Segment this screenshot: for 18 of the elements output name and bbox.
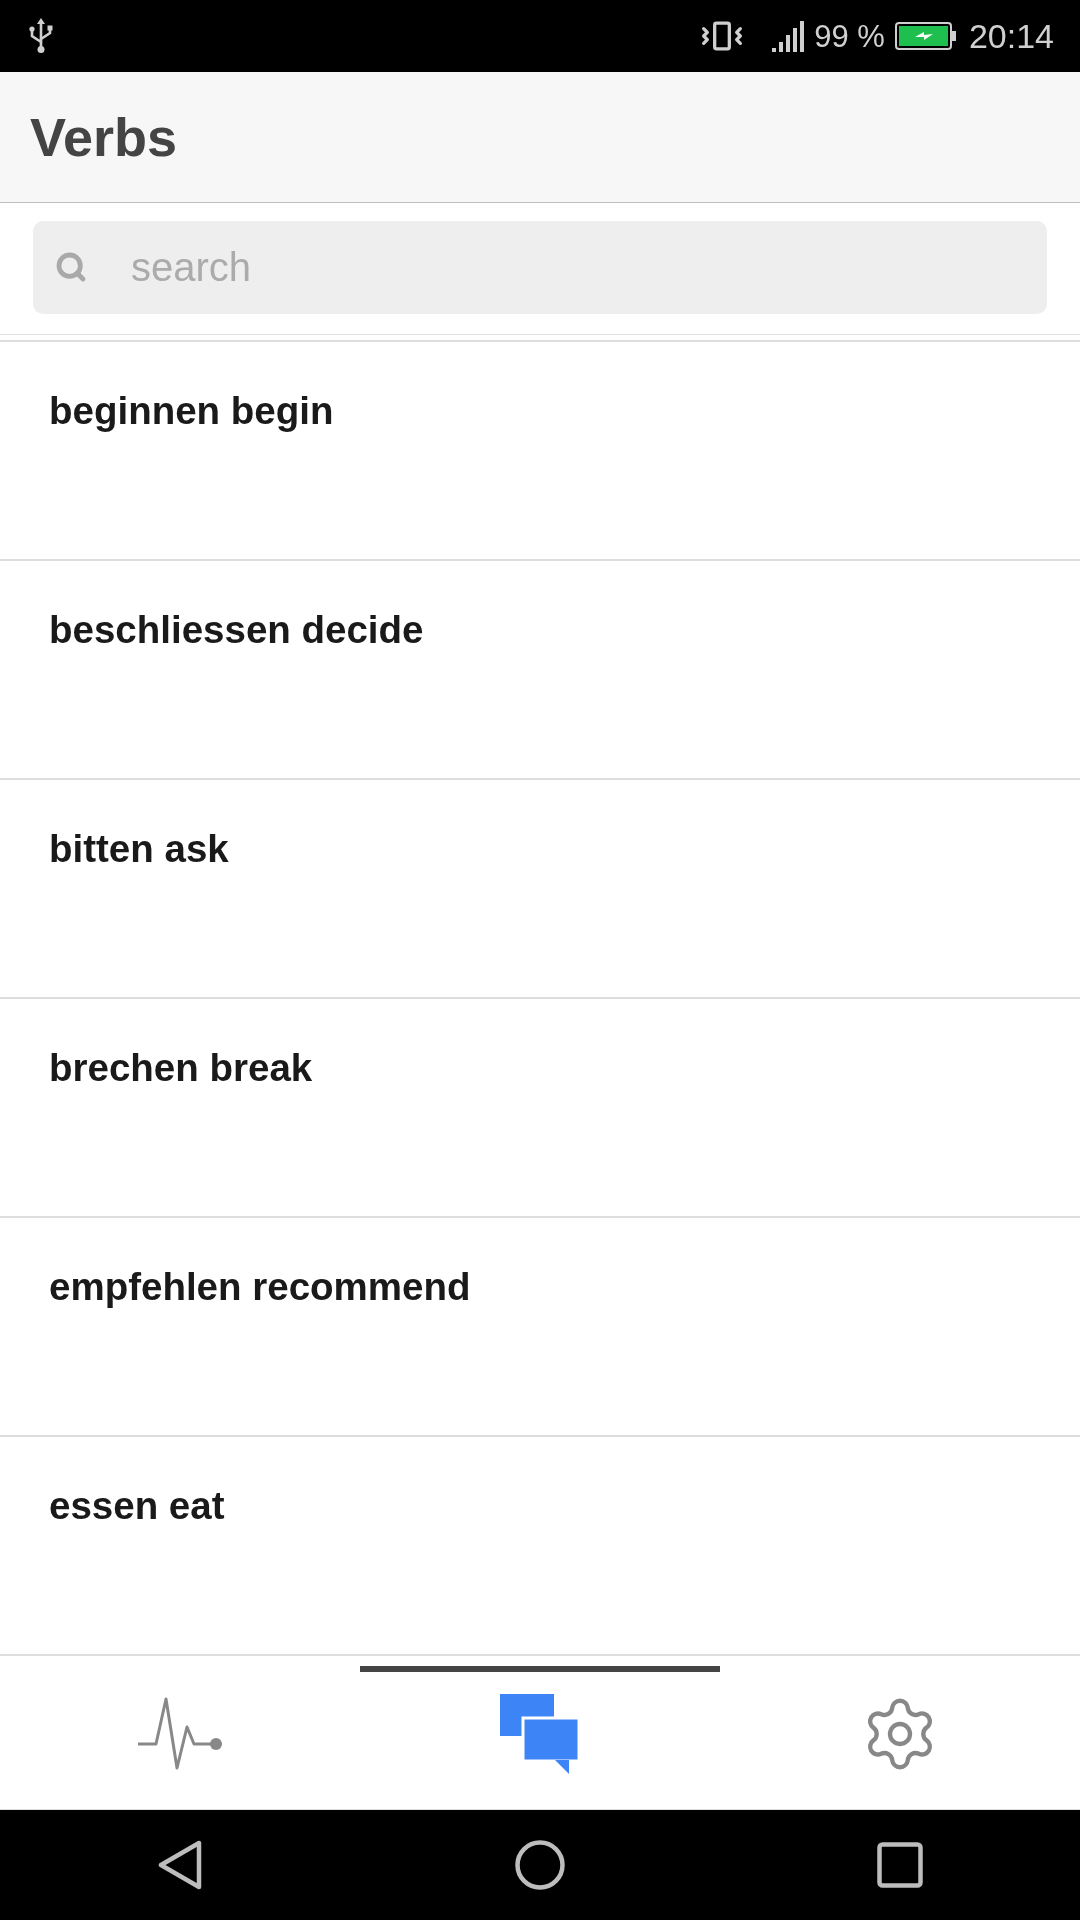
verb-list-item[interactable]: empfehlen recommend	[0, 1218, 1080, 1437]
search-field[interactable]: search	[33, 221, 1047, 314]
chat-icon	[500, 1693, 580, 1774]
verb-list-item[interactable]: beschliessen decide	[0, 561, 1080, 780]
back-icon	[157, 1840, 203, 1890]
home-icon	[515, 1840, 565, 1890]
page-title: Verbs	[30, 110, 178, 164]
search-icon	[55, 251, 87, 283]
clock-time: 20:14	[968, 19, 1054, 53]
verb-list-item[interactable]: beginnen begin	[0, 342, 1080, 561]
battery-charging-icon	[894, 22, 957, 50]
pulse-icon	[137, 1695, 223, 1772]
usb-icon	[28, 18, 54, 54]
battery-percent: 99 %	[814, 20, 885, 52]
verb-list-item[interactable]: brechen break	[0, 999, 1080, 1218]
recents-icon	[877, 1842, 923, 1888]
verb-list-item[interactable]: bitten ask	[0, 780, 1080, 999]
signal-icon	[772, 20, 807, 52]
